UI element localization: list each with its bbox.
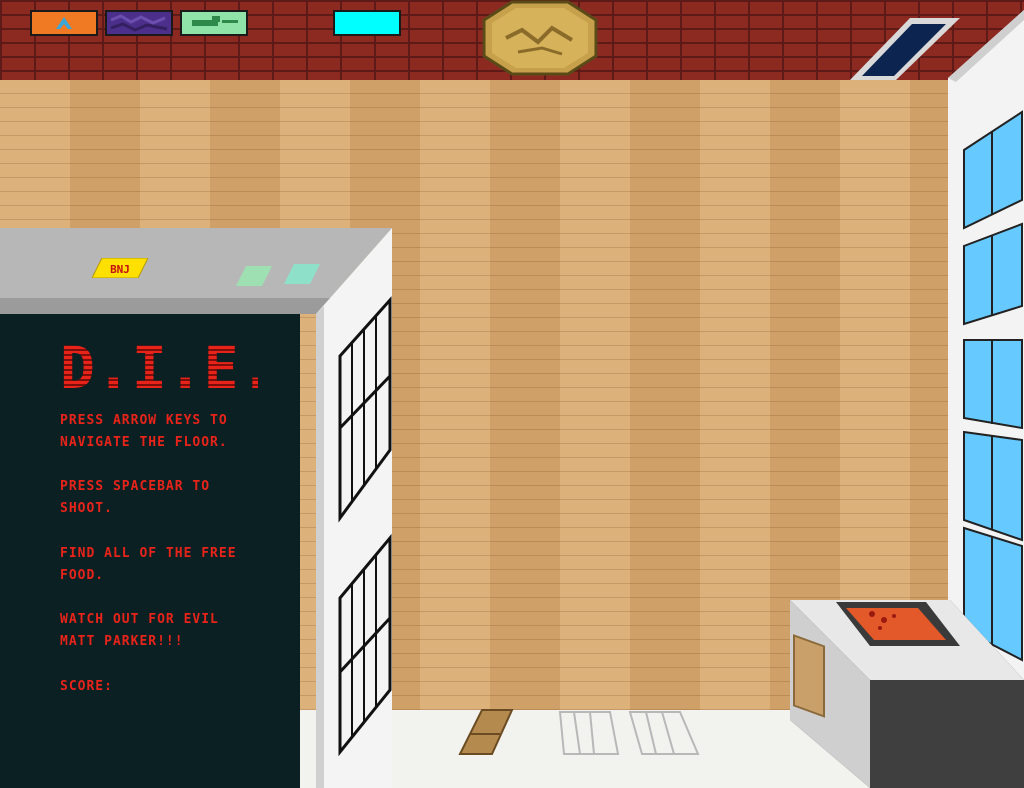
plaque-icon xyxy=(482,0,598,76)
name-sign: BNJ xyxy=(92,258,148,278)
crate-icon[interactable] xyxy=(456,708,516,756)
score-label: SCORE: xyxy=(60,679,113,694)
title-text: D.I.E.T.P. xyxy=(60,334,258,400)
triangle-icon xyxy=(56,17,72,29)
sign-text: BNJ xyxy=(110,263,130,276)
instruction-line: FIND ALL OF THE FREE xyxy=(60,546,237,561)
pizza-icon[interactable] xyxy=(832,600,962,656)
toolbar-slot-green[interactable] xyxy=(180,10,248,36)
instruction-line: NAVIGATE THE FLOOR. xyxy=(60,435,228,450)
toolbar-slot-orange[interactable] xyxy=(30,10,98,36)
light-panel-icon xyxy=(236,266,272,286)
vent-grate-icon xyxy=(558,711,700,755)
instruction-line: MATT PARKER!!! xyxy=(60,634,184,649)
instruction-line: SHOOT. xyxy=(60,501,113,516)
instruction-line: FOOD. xyxy=(60,568,105,583)
skylight-icon xyxy=(850,18,960,80)
instruction-line: PRESS SPACEBAR TO xyxy=(60,479,211,494)
gun-icon xyxy=(184,14,244,32)
instruction-line: PRESS ARROW KEYS TO xyxy=(60,413,228,428)
texture-icon xyxy=(109,14,169,32)
window-icon xyxy=(963,110,1023,662)
game-title: D.I.E.T.P. xyxy=(60,334,258,400)
game-title-wrap: D.I.E.T.P. xyxy=(58,326,258,400)
toolbar-slot-purple[interactable] xyxy=(105,10,173,36)
toolbar-slot-cyan[interactable] xyxy=(333,10,401,36)
counter-side xyxy=(316,228,392,788)
instruction-line: WATCH OUT FOR EVIL xyxy=(60,612,219,627)
right-wall xyxy=(948,10,1024,700)
